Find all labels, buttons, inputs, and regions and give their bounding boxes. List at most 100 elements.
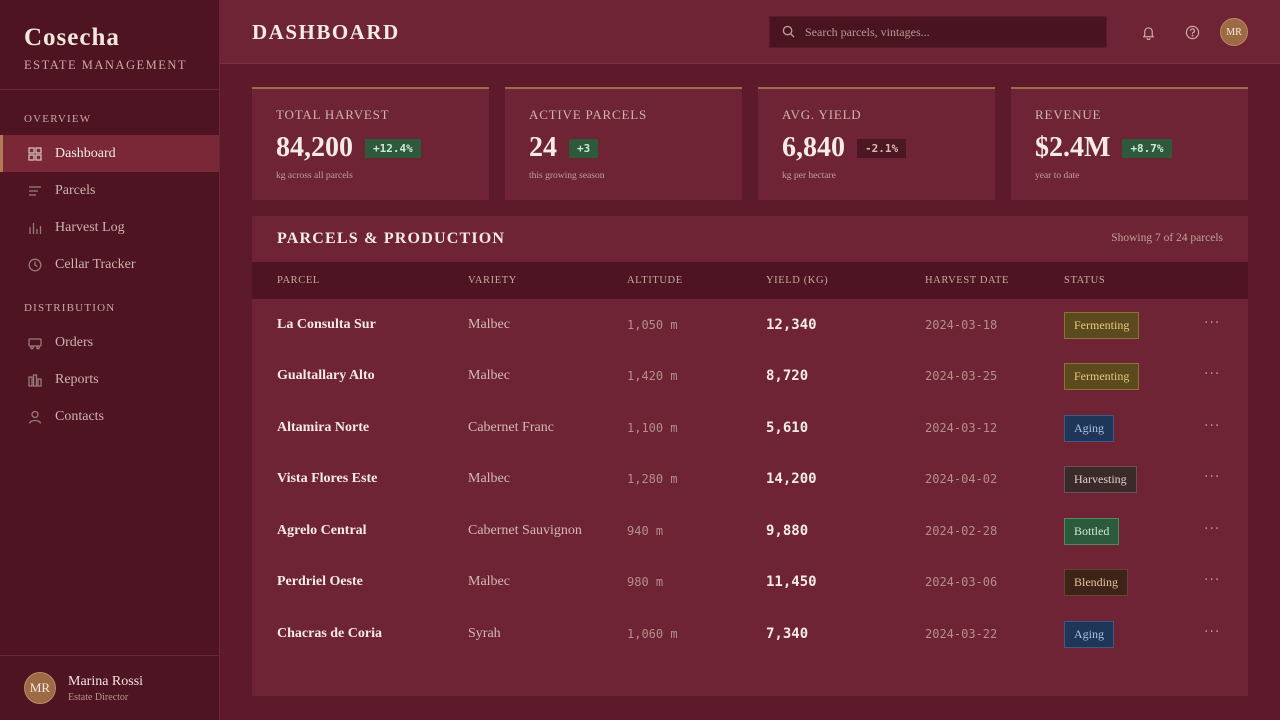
more-options-icon[interactable]: ··· xyxy=(1204,521,1220,537)
more-options-icon[interactable]: ··· xyxy=(1204,418,1220,434)
status-badge: Fermenting xyxy=(1064,363,1140,390)
stat-value: $2.4M xyxy=(1035,132,1111,163)
table-row[interactable]: Agrelo Central Cabernet Sauvignon 940 m 9,8… xyxy=(252,506,1248,557)
sidebar-item-label: Dashboard xyxy=(55,145,116,161)
altitude: 940 m xyxy=(627,524,664,538)
parcels-table-panel: PARCELS & PRODUCTION Showing 7 of 24 par… xyxy=(252,216,1248,696)
sidebar-item-harvest-log[interactable]: Harvest Log xyxy=(0,209,219,246)
parcel-name: Agrelo Central xyxy=(277,523,367,538)
stat-change-badge: +3 xyxy=(569,138,599,158)
more-options-icon[interactable]: ··· xyxy=(1204,572,1220,588)
user-role: Estate Director xyxy=(68,691,129,703)
table-row[interactable]: Gualtallary Alto Malbec 1,420 m 8,720 2024-0… xyxy=(252,351,1248,402)
harvest-date: 2024-03-22 xyxy=(925,627,998,641)
status-badge: Fermenting xyxy=(1064,312,1140,339)
sidebar-item-label: Cellar Tracker xyxy=(55,256,136,272)
altitude: 1,050 m xyxy=(627,318,678,332)
variety: Malbec xyxy=(468,368,510,383)
column-header-variety[interactable]: VARIETY xyxy=(468,275,517,286)
column-header-altitude[interactable]: ALTITUDE xyxy=(627,275,683,286)
stat-footnote: year to date xyxy=(1035,171,1080,181)
brand-subtitle: ESTATE MANAGEMENT xyxy=(24,58,188,72)
parcel-name: Gualtallary Alto xyxy=(277,368,375,383)
panel-meta: Showing 7 of 24 parcels xyxy=(1111,232,1223,244)
avatar: MR xyxy=(24,672,56,704)
yield-kg: 11,450 xyxy=(766,574,817,590)
status-badge: Blending xyxy=(1064,569,1128,596)
more-options-icon[interactable]: ··· xyxy=(1204,469,1220,485)
truck-icon xyxy=(28,336,42,350)
table-row[interactable]: Vista Flores Este Malbec 1,280 m 14,200 2024… xyxy=(252,454,1248,505)
sidebar-item-dashboard[interactable]: Dashboard xyxy=(0,135,219,172)
yield-kg: 9,880 xyxy=(766,523,809,539)
stat-change-badge: +8.7% xyxy=(1122,138,1172,158)
table-row[interactable]: Perdriel Oeste Malbec 980 m 11,450 2024-03-0… xyxy=(252,557,1248,608)
user-info: Marina Rossi Estate Director xyxy=(68,674,143,703)
sidebar-item-label: Orders xyxy=(55,334,94,350)
bell-icon[interactable] xyxy=(1139,23,1157,41)
altitude: 980 m xyxy=(627,575,664,589)
stat-change-badge: +12.4% xyxy=(365,138,421,158)
brand-name: Cosecha xyxy=(24,24,120,51)
sidebar-item-label: Contacts xyxy=(55,408,104,424)
search-input[interactable] xyxy=(805,24,1095,40)
header-avatar[interactable]: MR xyxy=(1220,18,1248,46)
help-icon[interactable] xyxy=(1183,23,1201,41)
nav-section-distribution: DISTRIBUTION xyxy=(24,302,116,314)
yield-kg: 7,340 xyxy=(766,626,809,642)
variety: Malbec xyxy=(468,574,510,589)
harvest-date: 2024-03-18 xyxy=(925,318,998,332)
sidebar: Cosecha ESTATE MANAGEMENT OVERVIEW Dashb… xyxy=(0,0,220,720)
parcel-name: Perdriel Oeste xyxy=(277,574,363,589)
stat-label: AVG. YIELD xyxy=(782,107,862,122)
user-icon xyxy=(28,410,42,424)
variety: Malbec xyxy=(468,317,510,332)
more-options-icon[interactable]: ··· xyxy=(1204,366,1220,382)
table-row[interactable]: Altamira Norte Cabernet Franc 1,100 m 5,610… xyxy=(252,403,1248,454)
status-badge: Aging xyxy=(1064,621,1114,648)
altitude: 1,280 m xyxy=(627,472,678,486)
variety: Cabernet Franc xyxy=(468,420,554,435)
yield-kg: 5,610 xyxy=(766,420,809,436)
sidebar-item-label: Reports xyxy=(55,371,99,387)
parcel-name: La Consulta Sur xyxy=(277,317,376,332)
stat-card-avg-yield: AVG. YIELD 6,840 -2.1% kg per hectare xyxy=(758,87,995,200)
variety: Cabernet Sauvignon xyxy=(468,523,582,538)
user-profile[interactable]: MR Marina Rossi Estate Director xyxy=(0,655,219,720)
column-header-status[interactable]: STATUS xyxy=(1064,275,1105,286)
column-header-parcel[interactable]: PARCEL xyxy=(277,275,320,286)
more-options-icon[interactable]: ··· xyxy=(1204,624,1220,640)
status-badge: Aging xyxy=(1064,415,1114,442)
stat-value: 24 xyxy=(529,132,557,163)
table-header: PARCEL VARIETY ALTITUDE YIELD (KG) HARVE… xyxy=(252,262,1248,299)
harvest-date: 2024-04-02 xyxy=(925,472,998,486)
stat-card-active-parcels: ACTIVE PARCELS 24 +3 this growing season xyxy=(505,87,742,200)
more-options-icon[interactable]: ··· xyxy=(1204,315,1220,331)
table-row[interactable]: La Consulta Sur Malbec 1,050 m 12,340 2024-0… xyxy=(252,300,1248,351)
column-header-harvest-date[interactable]: HARVEST DATE xyxy=(925,275,1009,286)
parcel-name: Vista Flores Este xyxy=(277,471,378,486)
variety: Malbec xyxy=(468,471,510,486)
parcel-name: Chacras de Coria xyxy=(277,626,382,641)
stat-label: ACTIVE PARCELS xyxy=(529,107,647,122)
table-row[interactable]: Chacras de Coria Syrah 1,060 m 7,340 2024-03… xyxy=(252,609,1248,660)
sidebar-item-label: Harvest Log xyxy=(55,219,125,235)
column-header-yield[interactable]: YIELD (KG) xyxy=(766,275,828,286)
search-box[interactable] xyxy=(769,16,1107,48)
panel-title: PARCELS & PRODUCTION xyxy=(277,230,506,247)
stat-change-badge: -2.1% xyxy=(857,138,907,158)
sidebar-item-orders[interactable]: Orders xyxy=(0,324,219,361)
status-badge: Bottled xyxy=(1064,518,1120,545)
sidebar-item-contacts[interactable]: Contacts xyxy=(0,398,219,435)
yield-kg: 12,340 xyxy=(766,317,817,333)
stat-card-revenue: REVENUE $2.4M +8.7% year to date xyxy=(1011,87,1248,200)
stat-label: REVENUE xyxy=(1035,107,1102,122)
harvest-date: 2024-03-06 xyxy=(925,575,998,589)
yield-kg: 14,200 xyxy=(766,471,817,487)
stat-footnote: kg across all parcels xyxy=(276,171,353,181)
sidebar-item-parcels[interactable]: Parcels xyxy=(0,172,219,209)
stat-value: 84,200 xyxy=(276,132,353,163)
user-name: Marina Rossi xyxy=(68,673,144,689)
sidebar-item-cellar-tracker[interactable]: Cellar Tracker xyxy=(0,246,219,283)
sidebar-item-reports[interactable]: Reports xyxy=(0,361,219,398)
